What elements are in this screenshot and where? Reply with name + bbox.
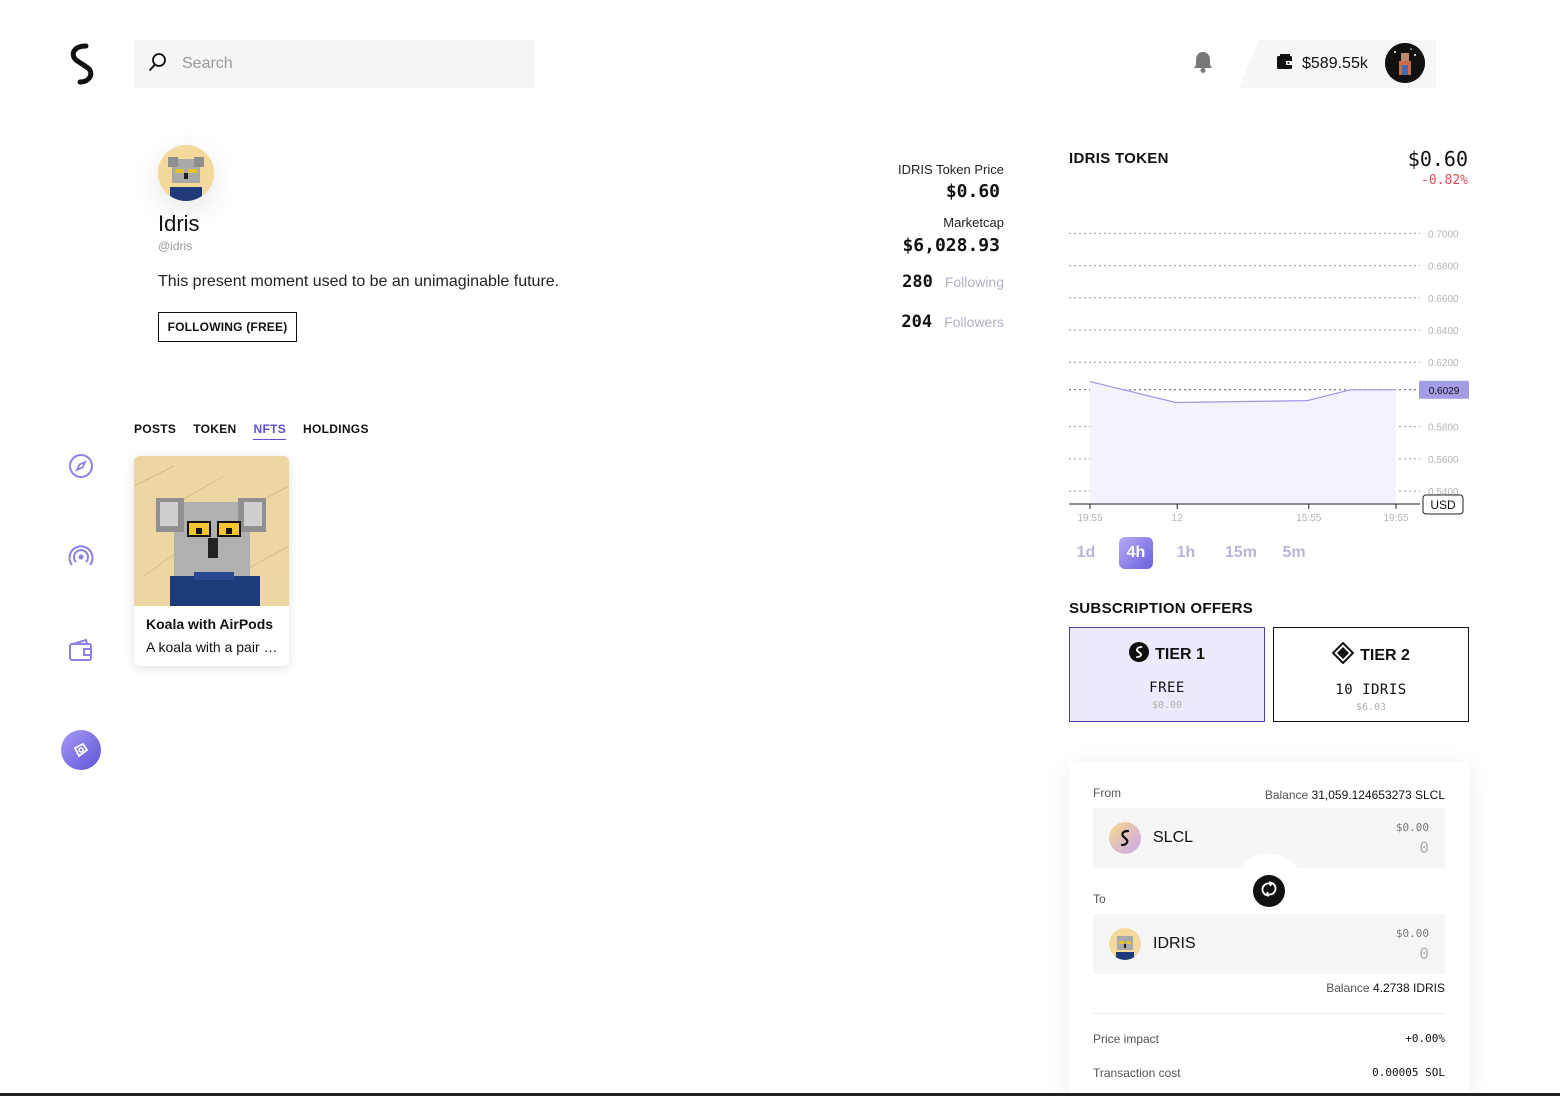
- profile-handle: @idris: [158, 239, 193, 253]
- x-tick-label: 19:55: [1383, 513, 1408, 524]
- tier-1-usd: $0.00: [1151, 700, 1183, 711]
- y-tick-label: 0.6800: [1428, 262, 1459, 273]
- tab-holdings[interactable]: HOLDINGS: [303, 422, 369, 440]
- idris-token-icon: [1109, 928, 1141, 960]
- swap-to-field[interactable]: IDRIS $0.00 0: [1093, 914, 1445, 974]
- nft-card[interactable]: Koala with AirPods A koala with a pair o…: [134, 456, 289, 666]
- currency-label: USD: [1430, 498, 1456, 512]
- to-amount[interactable]: 0: [1419, 944, 1429, 963]
- x-tick-label: 19:55: [1077, 513, 1102, 524]
- interval-1h[interactable]: 1h: [1169, 537, 1203, 569]
- search-input[interactable]: [182, 55, 502, 73]
- nft-image: [134, 456, 289, 606]
- price-impact-label: Price impact: [1093, 1032, 1160, 1046]
- interval-1d[interactable]: 1d: [1069, 537, 1103, 569]
- followers-label: Followers: [944, 314, 1004, 330]
- slcl-token-icon: [1109, 822, 1141, 854]
- currency-badge[interactable]: USD: [1422, 494, 1464, 515]
- swap-arrows-icon: [1259, 879, 1279, 904]
- following-button[interactable]: FOLLOWING (FREE): [158, 312, 297, 342]
- to-usd-value: $0.00: [1395, 927, 1429, 940]
- interval-15m[interactable]: 15m: [1221, 537, 1261, 569]
- token-price-value: $0.60: [945, 181, 1000, 202]
- y-tick-label: 0.5600: [1428, 455, 1459, 466]
- following-count: 280: [902, 272, 933, 292]
- x-tick-label: 15:55: [1296, 513, 1321, 524]
- tier-2-usd: $6.03: [1355, 702, 1387, 713]
- tab-posts[interactable]: POSTS: [134, 422, 176, 440]
- to-token-name: IDRIS: [1153, 935, 1196, 952]
- profile-avatar: [158, 145, 214, 201]
- following-label: Following: [944, 274, 1004, 290]
- profile-bio: This present moment used to be an unimag…: [158, 273, 560, 290]
- explore-compass-icon[interactable]: [66, 451, 96, 481]
- marketcap-value: $6,028.93: [902, 235, 1000, 256]
- price-impact-value: +0.00%: [1405, 1032, 1445, 1045]
- tier-1-price: FREE: [1149, 680, 1185, 696]
- wallet-icon: [1276, 53, 1294, 76]
- to-balance: Balance 4.2738 IDRIS: [1326, 981, 1445, 995]
- profile-tabs: POSTS TOKEN NFTS HOLDINGS: [134, 422, 369, 440]
- y-tick-label: 0.6200: [1428, 358, 1459, 369]
- marketcap-label: Marketcap: [943, 215, 1004, 230]
- swap-to-label: To: [1093, 892, 1106, 906]
- tier-2-card[interactable]: TIER 2 10 IDRIS $6.03: [1273, 627, 1469, 722]
- broadcast-icon[interactable]: [66, 542, 96, 572]
- y-tick-label: 0.5800: [1428, 423, 1459, 434]
- interval-selector: 1d 4h 1h 15m 5m: [1069, 537, 1311, 569]
- tab-nfts[interactable]: NFTS: [253, 422, 287, 440]
- swap-card: From Balance 31,059.124653273 SLCL SLCL …: [1069, 762, 1469, 1096]
- y-tick-label: 0.6400: [1428, 326, 1459, 337]
- tier-1-name: TIER 1: [1155, 645, 1205, 663]
- nft-nav-icon[interactable]: [61, 730, 101, 770]
- last-value-marker: 0.6029: [1419, 380, 1469, 399]
- tier-1-card[interactable]: TIER 1 FREE $0.00: [1069, 627, 1265, 722]
- wallet-balance: $589.55k: [1302, 55, 1368, 72]
- followers-stat[interactable]: 204 Followers: [901, 312, 1004, 332]
- interval-5m[interactable]: 5m: [1277, 537, 1311, 569]
- app-logo[interactable]: [66, 42, 98, 86]
- nft-description: A koala with a pair of AirPods: [146, 639, 279, 655]
- y-tick-label: 0.6600: [1428, 294, 1459, 305]
- chart-price-change: -0.82%: [1421, 173, 1468, 188]
- chart-current-price: $0.60: [1407, 147, 1468, 171]
- user-avatar[interactable]: [1385, 43, 1425, 83]
- swap-from-label: From: [1093, 786, 1121, 800]
- tier-2-name: TIER 2: [1360, 646, 1410, 664]
- followers-count: 204: [901, 312, 933, 332]
- search-bar[interactable]: [134, 40, 534, 88]
- subscription-title: SUBSCRIPTION OFFERS: [1069, 600, 1254, 617]
- tier-1-logo-icon: [1129, 642, 1150, 667]
- token-price-label: IDRIS Token Price: [898, 162, 1004, 177]
- y-tick-label: 0.7000: [1428, 229, 1459, 240]
- price-chart[interactable]: 19:55 12 15:55 19:55 0.7000 0.6800 0.6600 0.64…: [1060, 220, 1480, 530]
- from-usd-value: $0.00: [1395, 821, 1429, 834]
- tier-2-price: 10 IDRIS: [1335, 682, 1407, 698]
- tab-token[interactable]: TOKEN: [193, 422, 236, 440]
- search-icon: [148, 52, 168, 77]
- x-tick-label: 12: [1172, 513, 1184, 524]
- tx-cost-value: 0.00005 SOL: [1372, 1066, 1445, 1079]
- from-token-name: SLCL: [1153, 829, 1194, 846]
- profile-name: Idris: [158, 211, 200, 236]
- chart-area: [1090, 381, 1396, 504]
- wallet-nav-icon[interactable]: [66, 636, 96, 666]
- nft-title: Koala with AirPods: [146, 616, 274, 632]
- notifications-bell-icon[interactable]: [1192, 50, 1214, 79]
- tx-cost-label: Transaction cost: [1093, 1066, 1181, 1080]
- from-amount[interactable]: 0: [1419, 838, 1429, 857]
- following-stat[interactable]: 280 Following: [902, 272, 1004, 292]
- chart-title: IDRIS TOKEN: [1069, 150, 1169, 167]
- last-value-label: 0.6029: [1429, 386, 1460, 397]
- tier-2-diamond-icon: [1331, 641, 1355, 669]
- interval-4h[interactable]: 4h: [1119, 537, 1153, 569]
- from-balance: Balance 31,059.124653273 SLCL: [1264, 788, 1445, 802]
